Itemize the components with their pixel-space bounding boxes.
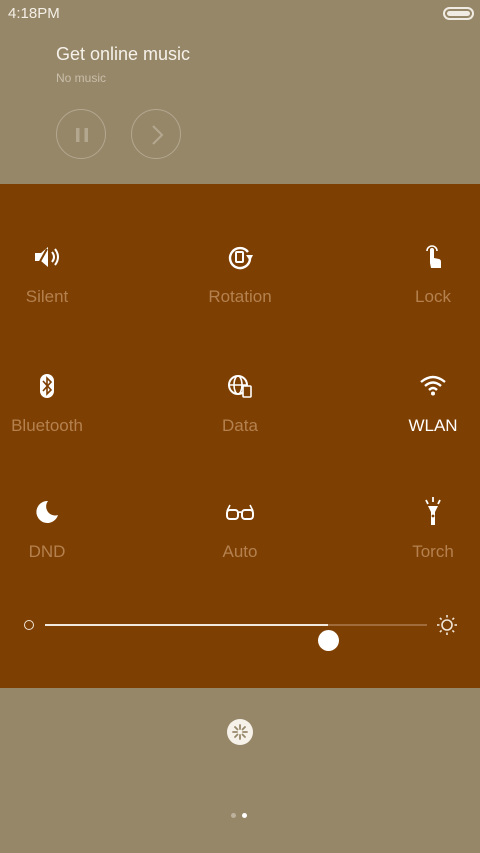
toggle-auto[interactable]: Auto	[165, 496, 315, 616]
bluetooth-icon	[40, 374, 54, 398]
toggle-data[interactable]: Data	[165, 370, 315, 490]
music-subtitle: No music	[56, 71, 107, 85]
toggle-label: Auto	[222, 542, 258, 561]
music-title[interactable]: Get online music	[56, 44, 190, 65]
brightness-thumb[interactable]	[318, 630, 339, 651]
toggle-label: WLAN	[408, 416, 458, 435]
page-dot-active	[242, 813, 247, 818]
status-time: 4:18PM	[8, 5, 60, 22]
toggle-wlan[interactable]: WLAN	[358, 370, 480, 490]
touch-lock-icon	[426, 245, 442, 268]
music-widget: Get online music No music	[0, 28, 480, 184]
wifi-icon	[420, 375, 446, 396]
toggle-label: Lock	[415, 287, 451, 306]
settings-icon	[232, 724, 248, 740]
page-indicator	[229, 812, 253, 820]
settings-button[interactable]	[227, 719, 253, 745]
toggle-dnd[interactable]: DND	[0, 496, 122, 616]
toggle-label: Torch	[412, 542, 454, 561]
status-bar: 4:18PM	[0, 0, 480, 28]
toggle-bluetooth[interactable]: Bluetooth	[0, 370, 122, 490]
mobile-data-icon	[228, 375, 252, 398]
toggle-torch[interactable]: Torch	[358, 496, 480, 616]
rotation-lock-icon	[228, 246, 253, 270]
quick-settings-panel: Silent Rotation Lock Bluetooth Data WLAN…	[0, 184, 480, 688]
toggle-label: Bluetooth	[11, 416, 83, 435]
toggle-lock[interactable]: Lock	[358, 241, 480, 361]
brightness-low-icon	[24, 620, 34, 630]
glasses-icon	[226, 504, 254, 520]
pause-button[interactable]	[56, 109, 106, 159]
brightness-slider[interactable]	[20, 608, 460, 651]
toggle-label: Rotation	[208, 287, 272, 306]
speaker-icon	[35, 247, 59, 267]
toggle-label: DND	[28, 542, 66, 561]
toggle-silent[interactable]: Silent	[0, 241, 122, 361]
moon-icon	[36, 500, 58, 523]
toggle-label: Silent	[25, 287, 69, 306]
battery-icon	[443, 7, 474, 20]
flashlight-icon	[425, 497, 441, 525]
bottom-area	[0, 688, 480, 853]
brightness-track[interactable]	[45, 624, 427, 651]
toggle-rotation[interactable]: Rotation	[165, 241, 315, 361]
brightness-fill	[45, 624, 328, 626]
page-dot	[231, 813, 236, 818]
sun-icon	[437, 615, 457, 635]
toggle-label: Data	[222, 416, 258, 435]
pause-icon	[76, 128, 88, 142]
chevron-right-icon	[152, 125, 164, 145]
next-button[interactable]	[131, 109, 181, 159]
